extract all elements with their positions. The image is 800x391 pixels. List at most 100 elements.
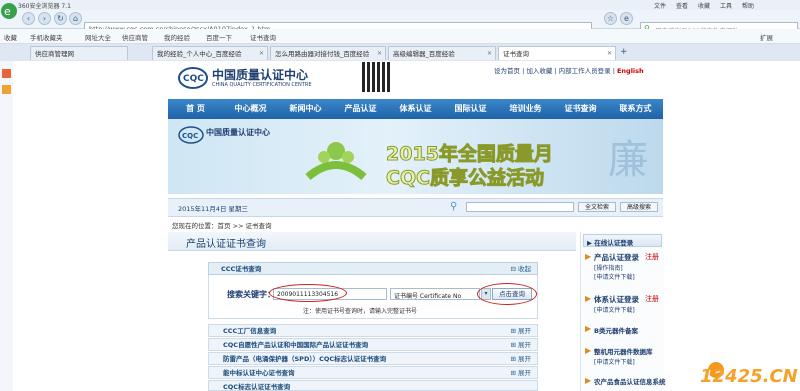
tab-supplier[interactable]: 供应商管理网 bbox=[30, 46, 128, 60]
breadcrumb-text[interactable]: 您现在的位置：首页 >> 证书查询 bbox=[172, 220, 272, 230]
nav-product-cert[interactable]: 产品认证 bbox=[333, 99, 388, 119]
fav-item-cert[interactable]: 证书查询 bbox=[250, 32, 276, 42]
nav-cert-query[interactable]: 证书查询 bbox=[553, 99, 608, 119]
expand-button[interactable]: ⊞ 展开 bbox=[510, 339, 531, 352]
expand-button[interactable]: ⊞ 展开 bbox=[510, 353, 531, 366]
banner: CQC 中国质量认证中心 2015年全国质量月 CQC质享公益活动 廉 bbox=[168, 119, 663, 194]
expand-label: 展开 bbox=[518, 327, 531, 335]
list-item[interactable]: 能中标认证中心证书查询 ⊞ 展开 bbox=[208, 366, 538, 379]
title-bar: 360安全浏览器 7.1 文件 查看 收藏 工具 帮助 bbox=[0, 0, 800, 10]
tab-editor[interactable]: 高级编辑器_百度经验 ✕ bbox=[388, 46, 496, 60]
system-register-link[interactable]: 注册 bbox=[645, 294, 659, 304]
nav-intl-cert[interactable]: 国际认证 bbox=[443, 99, 498, 119]
fav-item-hao[interactable]: 网址大全 bbox=[85, 32, 111, 42]
tab-label: 证书查询 bbox=[503, 50, 529, 58]
tab-label: 高级编辑器_百度经验 bbox=[393, 50, 455, 58]
sidebar-title-text: 在线认证登录 bbox=[594, 239, 634, 247]
star-icon[interactable]: ☆ bbox=[604, 12, 617, 25]
browser-side-strip bbox=[0, 61, 14, 391]
tab-my-experience[interactable]: 我的经验_个人中心_百度经验 ✕ bbox=[152, 46, 268, 60]
arrow-icon: ▶ bbox=[585, 376, 592, 385]
qr-code bbox=[362, 62, 392, 92]
close-icon[interactable]: ✕ bbox=[607, 47, 612, 60]
tab-bar: 供应商管理网 我的经验_个人中心_百度经验 ✕ 怎么用路由器对接付钱_百度经验 ✕ … bbox=[0, 44, 800, 62]
menu-favorites[interactable]: 收藏 bbox=[698, 1, 710, 10]
menu-file[interactable]: 文件 bbox=[654, 1, 666, 10]
fav-item-baidu[interactable]: 百度一下 bbox=[206, 32, 232, 42]
download-link[interactable]: [申请文件下载] bbox=[594, 272, 635, 281]
refresh-icon[interactable]: ↻ bbox=[54, 12, 67, 25]
agri-food-link[interactable]: 农产品食品认证信息系统 bbox=[594, 376, 666, 386]
staff-login-link[interactable]: 内部工作人员登录 bbox=[559, 67, 611, 75]
nav-news[interactable]: 新闻中心 bbox=[278, 99, 333, 119]
search-keyword-label: 搜索关键字： bbox=[227, 290, 275, 299]
nav-system-cert[interactable]: 体系认证 bbox=[388, 99, 443, 119]
fulltext-search-button[interactable]: 全文检索 bbox=[578, 202, 616, 212]
fav-item-mobile[interactable]: 手机收藏夹 bbox=[30, 32, 63, 42]
arrow-icon: ▶ bbox=[585, 346, 592, 355]
new-tab-icon[interactable]: + bbox=[620, 47, 628, 57]
right-sidebar: ▶ 在线认证登录 ▶ 产品认证登录 注册 [操作指南] [申请文件下载] ▶ 体… bbox=[580, 232, 666, 391]
nav-home[interactable]: 首 页 bbox=[168, 99, 223, 119]
extensions-button[interactable]: 扩展 bbox=[760, 32, 773, 42]
main-nav: 首 页 中心概况 新闻中心 产品认证 体系认证 国际认证 培训业务 证书查询 联… bbox=[168, 99, 663, 119]
tab-cert-query[interactable]: 证书查询 ✕ bbox=[498, 46, 616, 60]
close-icon[interactable]: ✕ bbox=[377, 47, 382, 60]
query-type-select[interactable]: 证书编号 Certificate No bbox=[390, 288, 480, 300]
menu-view[interactable]: 查看 bbox=[676, 1, 688, 10]
banner-calligraphy: 廉 bbox=[608, 137, 648, 183]
sidebar-app-icon[interactable] bbox=[2, 85, 11, 94]
download-text: 申请文件下载 bbox=[596, 274, 633, 281]
download-link[interactable]: [申请文件下载] bbox=[594, 305, 635, 314]
navigation-bar: e ‹ › ↻ ⌂ http://www.cqc.com.cn/chinese/… bbox=[0, 3, 800, 35]
home-icon[interactable]: ⌂ bbox=[69, 12, 82, 25]
product-cert-login-link[interactable]: 产品认证登录 bbox=[594, 252, 639, 263]
forward-icon[interactable]: › bbox=[38, 12, 51, 25]
date-bar: 2015年11月4日 星期三 ⚲ 全文检索 高级搜索 bbox=[168, 198, 663, 217]
list-item[interactable]: 防雷产品（电涌保护器（SPD））CQC标志认证证书查询 ⊞ 展开 bbox=[208, 352, 538, 365]
fav-item-supplier[interactable]: 供应商管 bbox=[122, 32, 148, 42]
system-cert-login-link[interactable]: 体系认证登录 bbox=[594, 294, 639, 305]
tab-label: 怎么用路由器对接付钱_百度经验 bbox=[275, 50, 370, 58]
row-label: CCC工厂信息查询 bbox=[223, 327, 277, 335]
close-icon[interactable]: ✕ bbox=[259, 47, 264, 60]
product-register-link[interactable]: 注册 bbox=[645, 252, 659, 262]
advanced-search-button[interactable]: 高级搜索 bbox=[620, 202, 658, 212]
row-label: 防雷产品（电涌保护器（SPD））CQC标志认证证书查询 bbox=[223, 355, 387, 363]
fav-item-experience[interactable]: 我的经验 bbox=[164, 32, 190, 42]
row-label: CQC自愿性产品认证和中国国际产品认证证书查询 bbox=[223, 341, 369, 349]
english-link[interactable]: English bbox=[617, 67, 644, 75]
arrow-icon: ▶ bbox=[585, 324, 592, 333]
list-item[interactable]: CQC标志认证证书查询 bbox=[208, 380, 538, 391]
list-item[interactable]: CCC工厂信息查询 ⊞ 展开 bbox=[208, 324, 538, 337]
arrow-icon: ▶ bbox=[585, 294, 592, 303]
favorites-button[interactable]: 收藏 bbox=[4, 32, 17, 42]
tab-router[interactable]: 怎么用路由器对接付钱_百度经验 ✕ bbox=[270, 46, 386, 60]
download-link[interactable]: [申请文件下载] bbox=[594, 357, 635, 366]
highlight-ring bbox=[269, 284, 347, 302]
ie-mode-icon[interactable]: e bbox=[620, 12, 633, 25]
nav-about[interactable]: 中心概况 bbox=[223, 99, 278, 119]
menu-help[interactable]: 帮助 bbox=[742, 1, 754, 10]
ccc-box-header: CCC证书查询 ⊟ 收起 bbox=[208, 262, 538, 275]
cqc-logo-icon[interactable]: CQC bbox=[178, 66, 208, 90]
guide-link[interactable]: [操作指南] bbox=[594, 263, 623, 272]
row-label: CQC标志认证证书查询 bbox=[223, 383, 291, 391]
expand-button[interactable]: ⊞ 展开 bbox=[510, 367, 531, 380]
highlight-ring bbox=[477, 283, 537, 305]
expand-button[interactable]: ⊞ 展开 bbox=[510, 325, 531, 338]
hands-plant-icon bbox=[300, 133, 372, 187]
b-component-link[interactable]: B类元器件备案 bbox=[594, 325, 638, 335]
nav-contact[interactable]: 联系方式 bbox=[608, 99, 663, 119]
component-db-link[interactable]: 整机用元器件数据库 bbox=[594, 346, 653, 356]
site-search-input[interactable] bbox=[466, 202, 574, 212]
nav-training[interactable]: 培训业务 bbox=[498, 99, 553, 119]
menu-tools[interactable]: 工具 bbox=[720, 1, 732, 10]
sidebar-app-icon[interactable] bbox=[2, 69, 11, 78]
back-icon[interactable]: ‹ bbox=[22, 12, 35, 25]
top-links: 设为首页 | 加入收藏 | 内部工作人员登录 | English bbox=[494, 67, 644, 75]
add-favorite-link[interactable]: 加入收藏 bbox=[526, 67, 552, 75]
set-home-link[interactable]: 设为首页 bbox=[494, 67, 520, 75]
close-icon[interactable]: ✕ bbox=[487, 47, 492, 60]
list-item[interactable]: CQC自愿性产品认证和中国国际产品认证证书查询 ⊞ 展开 bbox=[208, 338, 538, 351]
